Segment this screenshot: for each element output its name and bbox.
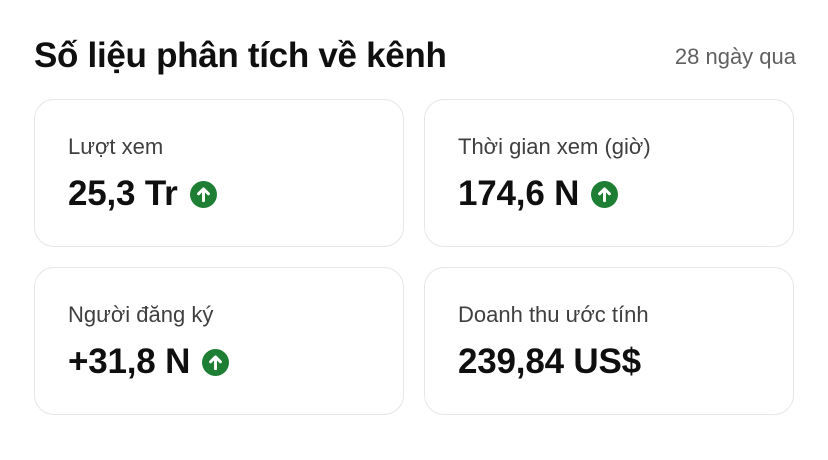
arrow-up-circle-icon [202,348,230,376]
revenue-value: 239,84 US$ [458,342,641,381]
subscribers-value-row: +31,8 N [68,340,230,384]
watch-time-value-row: 174,6 N [458,172,619,216]
revenue-card[interactable]: Doanh thu ước tính 239,84 US$ [424,267,794,415]
page-title: Số liệu phân tích về kênh [34,36,447,75]
subscribers-card[interactable]: Người đăng ký +31,8 N [34,267,404,415]
views-label: Lượt xem [68,134,164,159]
views-value: 25,3 Tr [68,174,178,213]
subscribers-value: +31,8 N [68,342,191,381]
revenue-label: Doanh thu ước tính [458,302,649,327]
arrow-up-circle-icon [591,180,619,208]
watch-time-label: Thời gian xem (giờ) [458,134,651,159]
views-value-row: 25,3 Tr [68,172,217,216]
analytics-header: Số liệu phân tích về kênh 28 ngày qua [34,30,796,82]
revenue-value-row: 239,84 US$ [458,340,641,384]
watch-time-value: 174,6 N [458,174,580,213]
views-card[interactable]: Lượt xem 25,3 Tr [34,99,404,247]
arrow-up-circle-icon [189,180,217,208]
period-label[interactable]: 28 ngày qua [675,44,796,70]
watch-time-card[interactable]: Thời gian xem (giờ) 174,6 N [424,99,794,247]
subscribers-label: Người đăng ký [68,302,214,327]
